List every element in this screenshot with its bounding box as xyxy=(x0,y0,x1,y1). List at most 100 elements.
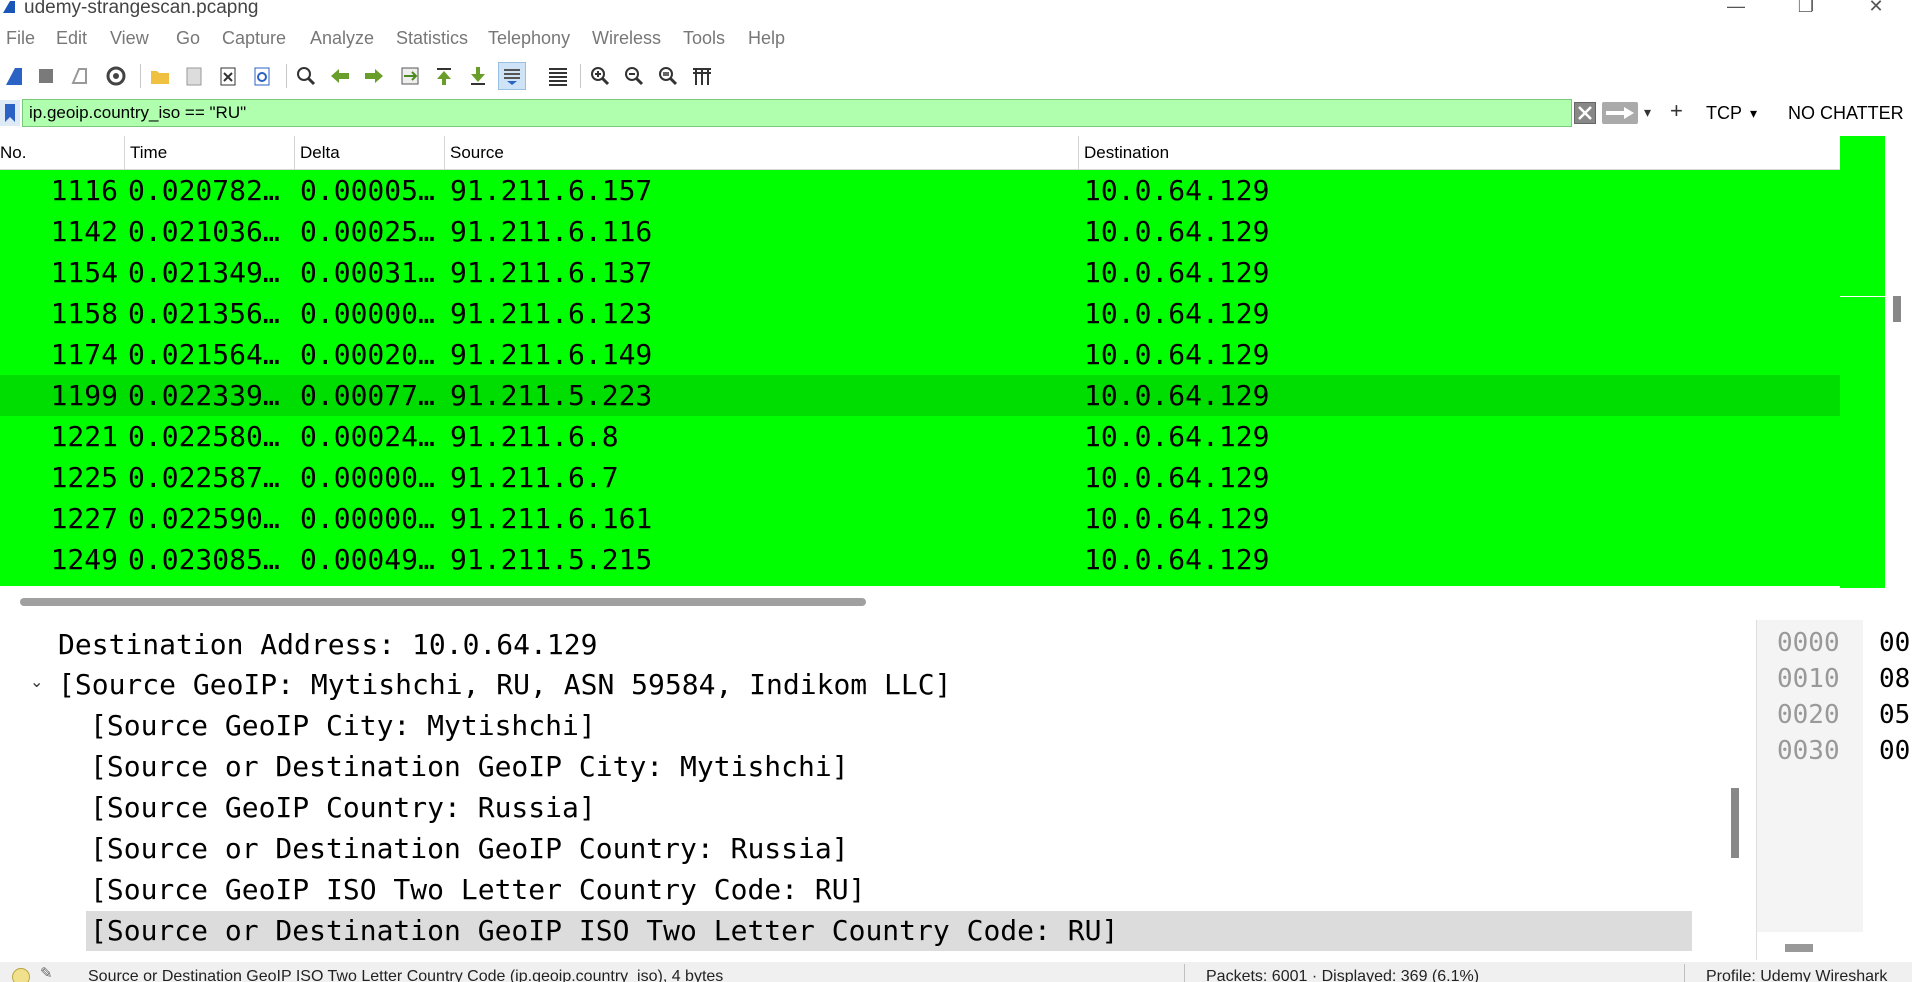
go-forward-icon[interactable] xyxy=(360,62,388,90)
cell-destination: 10.0.64.129 xyxy=(1084,543,1270,576)
capture-options-icon[interactable] xyxy=(102,62,130,90)
cell-no: 1225 xyxy=(50,461,118,494)
start-capture-icon[interactable] xyxy=(0,62,28,90)
menu-tools[interactable]: Tools xyxy=(683,28,725,49)
filter-button-tcp-chevron-down-icon[interactable]: ▾ xyxy=(1750,105,1757,122)
add-filter-button-plus-icon[interactable]: + xyxy=(1670,98,1683,124)
status-profile[interactable]: Profile: Udemy Wireshark xyxy=(1706,968,1887,982)
cell-delta: 0.00024… xyxy=(300,420,435,453)
save-file-icon[interactable] xyxy=(180,62,208,90)
packet-row[interactable]: 1154 0.021349… 0.00031… 91.211.6.137 10.0.64… xyxy=(0,252,1840,293)
cell-delta: 0.00000… xyxy=(300,502,435,535)
cell-delta: 0.00020… xyxy=(300,338,435,371)
bytes-horizontal-scrollbar[interactable] xyxy=(1785,944,1813,952)
detail-source-geoip-iso[interactable]: [Source GeoIP ISO Two Letter Country Cod… xyxy=(90,870,865,910)
packet-list-header: No. Time Delta Source Destination xyxy=(0,136,1840,170)
close-file-icon[interactable] xyxy=(214,62,242,90)
byte-value[interactable]: 00 xyxy=(1879,628,1910,658)
packet-row[interactable]: 1158 0.021356… 0.00000… 91.211.6.123 10.0.64… xyxy=(0,293,1840,334)
cell-destination: 10.0.64.129 xyxy=(1084,215,1270,248)
packet-row[interactable]: 1249 0.023085… 0.00049… 91.211.5.215 10.0.64… xyxy=(0,539,1840,580)
menu-file[interactable]: File xyxy=(6,28,35,49)
cell-time: 0.023085… xyxy=(128,543,280,576)
menu-edit[interactable]: Edit xyxy=(56,28,87,49)
column-header-no[interactable]: No. xyxy=(0,143,26,163)
detail-src-or-dst-geoip-country[interactable]: [Source or Destination GeoIP Country: Ru… xyxy=(90,829,849,869)
menu-go[interactable]: Go xyxy=(176,28,200,49)
detail-destination-address[interactable]: Destination Address: 10.0.64.129 xyxy=(58,625,597,665)
last-packet-icon[interactable] xyxy=(464,62,492,90)
packet-row[interactable]: 1116 0.020782… 0.00005… 91.211.6.157 10.0.64… xyxy=(0,170,1840,211)
cell-time: 0.022580… xyxy=(128,420,280,453)
expert-info-led-icon[interactable] xyxy=(12,968,30,982)
packet-row[interactable]: 1174 0.021564… 0.00020… 91.211.6.149 10.0.64… xyxy=(0,334,1840,375)
detail-source-geoip-country[interactable]: [Source GeoIP Country: Russia] xyxy=(90,788,596,828)
zoom-in-icon[interactable] xyxy=(586,62,614,90)
open-file-icon[interactable] xyxy=(146,62,174,90)
details-vertical-scrollbar[interactable] xyxy=(1731,788,1739,858)
packet-row[interactable]: 1142 0.021036… 0.00025… 91.211.6.116 10.0.64… xyxy=(0,211,1840,252)
maximize-button[interactable]: ❐ xyxy=(1786,0,1826,17)
cell-source: 91.211.6.161 xyxy=(450,502,653,535)
packet-row[interactable]: 1227 0.022590… 0.00000… 91.211.6.161 10.0.64… xyxy=(0,498,1840,539)
colorize-icon[interactable] xyxy=(544,62,572,90)
detail-source-geoip[interactable]: [Source GeoIP: Mytishchi, RU, ASN 59584,… xyxy=(58,665,951,705)
reload-file-icon[interactable] xyxy=(248,62,276,90)
zoom-normal-icon[interactable] xyxy=(654,62,682,90)
go-back-icon[interactable] xyxy=(326,62,354,90)
packet-row[interactable]: 1199 0.022339… 0.00077… 91.211.5.223 10.0.64… xyxy=(0,375,1840,416)
restart-capture-icon[interactable] xyxy=(66,62,94,90)
cell-source: 91.211.6.149 xyxy=(450,338,653,371)
column-header-source[interactable]: Source xyxy=(450,143,504,163)
column-header-destination[interactable]: Destination xyxy=(1084,143,1169,163)
filter-button-no-chatter[interactable]: NO CHATTER xyxy=(1788,103,1904,124)
cell-delta: 0.00005… xyxy=(300,174,435,207)
filter-history-chevron-down-icon[interactable]: ▾ xyxy=(1644,104,1651,121)
cell-no: 1174 xyxy=(50,338,118,371)
first-packet-icon[interactable] xyxy=(430,62,458,90)
packet-list-horizontal-scrollbar[interactable] xyxy=(20,598,866,606)
stop-capture-icon[interactable] xyxy=(32,62,60,90)
wireshark-app-icon xyxy=(3,1,15,13)
capture-comment-pencil-icon[interactable]: ✎ xyxy=(40,964,53,982)
apply-filter-icon[interactable] xyxy=(1602,102,1638,124)
menu-wireless[interactable]: Wireless xyxy=(592,28,661,49)
menu-capture[interactable]: Capture xyxy=(222,28,286,49)
minimize-button[interactable]: — xyxy=(1716,0,1756,17)
packet-row[interactable]: 1225 0.022587… 0.00000… 91.211.6.7 10.0.64.1… xyxy=(0,457,1840,498)
cell-no: 1221 xyxy=(50,420,118,453)
go-to-packet-icon[interactable] xyxy=(396,62,424,90)
resize-columns-icon[interactable] xyxy=(688,62,716,90)
zoom-out-icon[interactable] xyxy=(620,62,648,90)
packet-list-pane: No. Time Delta Source Destination 1116 0.… xyxy=(0,136,1912,612)
byte-value[interactable]: 05 xyxy=(1879,700,1910,730)
menu-analyze[interactable]: Analyze xyxy=(310,28,374,49)
filter-bookmark-icon[interactable] xyxy=(0,100,20,126)
byte-value[interactable]: 08 xyxy=(1879,664,1910,694)
packet-row[interactable]: 1221 0.022580… 0.00024… 91.211.6.8 10.0.64.1… xyxy=(0,416,1840,457)
detail-src-or-dst-geoip-iso-selected[interactable]: [Source or Destination GeoIP ISO Two Let… xyxy=(86,911,1693,951)
filter-button-tcp[interactable]: TCP xyxy=(1706,103,1742,124)
expand-chevron-down-icon[interactable]: ⌄ xyxy=(30,672,43,691)
cell-time: 0.022339… xyxy=(128,379,280,412)
cell-source: 91.211.5.223 xyxy=(450,379,653,412)
detail-src-or-dst-geoip-city[interactable]: [Source or Destination GeoIP City: Mytis… xyxy=(90,747,849,787)
autoscroll-icon[interactable] xyxy=(498,62,526,90)
menu-telephony[interactable]: Telephony xyxy=(488,28,570,49)
clear-filter-icon[interactable] xyxy=(1574,102,1596,124)
packet-list-vertical-scrollbar[interactable] xyxy=(1893,296,1901,322)
find-packet-icon[interactable] xyxy=(292,62,320,90)
menu-statistics[interactable]: Statistics xyxy=(396,28,468,49)
detail-source-geoip-city[interactable]: [Source GeoIP City: Mytishchi] xyxy=(90,706,596,746)
menu-help[interactable]: Help xyxy=(748,28,785,49)
menu-view[interactable]: View xyxy=(110,28,149,49)
byte-offset: 0000 xyxy=(1777,628,1840,658)
packet-list-minimap[interactable] xyxy=(1840,136,1885,588)
display-filter-input[interactable]: ip.geoip.country_iso == "RU" xyxy=(22,99,1572,127)
display-filter-bar: ip.geoip.country_iso == "RU" ▾ + TCP ▾ N… xyxy=(0,98,1912,128)
close-window-button[interactable]: ✕ xyxy=(1856,0,1896,17)
column-header-delta[interactable]: Delta xyxy=(300,143,340,163)
byte-value[interactable]: 00 xyxy=(1879,736,1910,766)
cell-source: 91.211.6.8 xyxy=(450,420,619,453)
column-header-time[interactable]: Time xyxy=(130,143,167,163)
